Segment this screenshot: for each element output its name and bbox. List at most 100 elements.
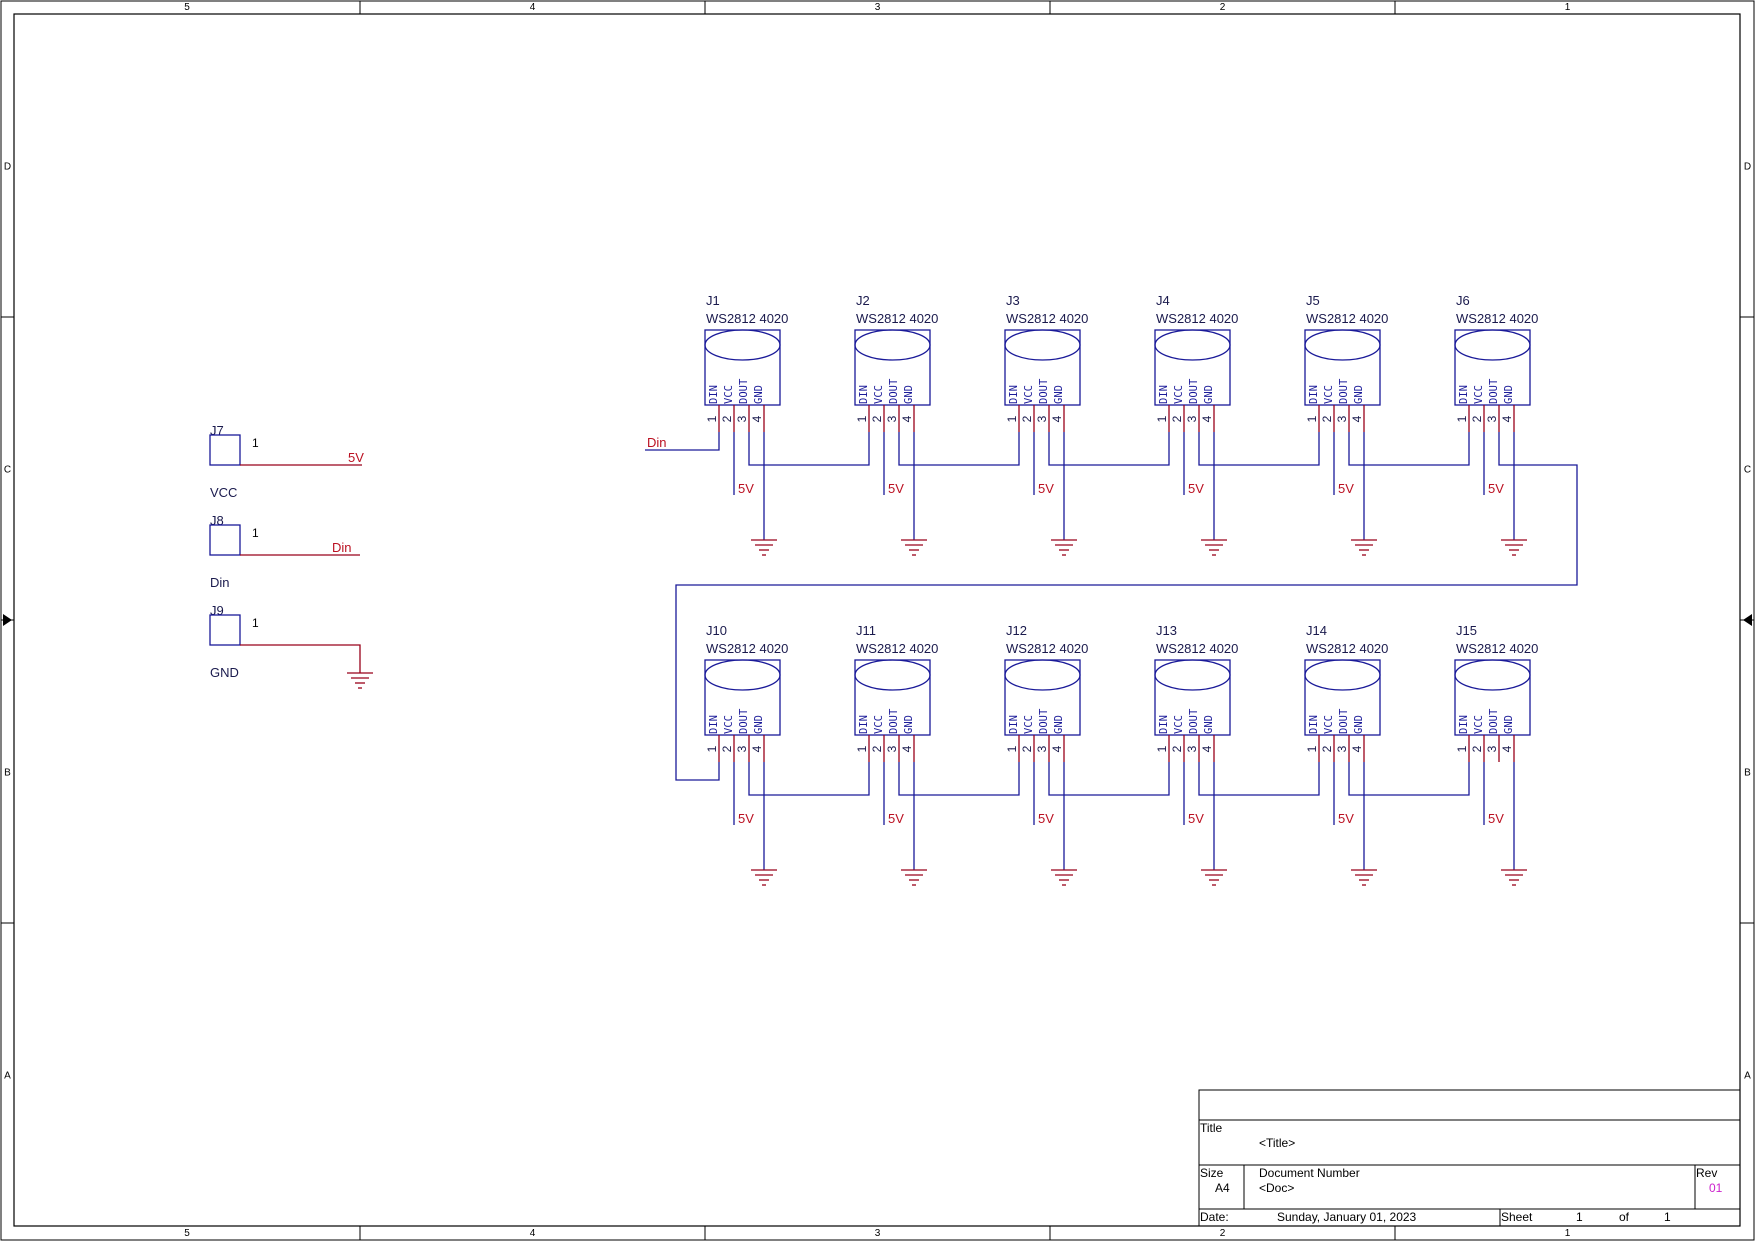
led-j6: J6 WS2812 4020 DIN 1 VCC 2 DOUT 3 GND 4 5V <box>1454 293 1538 556</box>
pin-name: GND <box>1203 715 1215 734</box>
led-j5: J5 WS2812 4020 DIN 1 VCC 2 DOUT 3 GND 4 5V <box>1304 293 1388 556</box>
pin-number: 4 <box>1350 415 1364 422</box>
title-value: <Title> <box>1259 1136 1295 1150</box>
led-j4: J4 WS2812 4020 DIN 1 VCC 2 DOUT 3 GND 4 5V <box>1154 293 1238 556</box>
zone-row-label: B <box>4 768 11 779</box>
part-value: WS2812 4020 <box>1156 311 1238 326</box>
pin-number: 1 <box>1155 415 1169 422</box>
pin-number: 4 <box>750 745 764 752</box>
zone-column-label: 5 <box>184 1228 190 1239</box>
pin-name: DOUT <box>1188 378 1200 404</box>
pin-name: VCC <box>1173 385 1185 404</box>
power-net-label: 5V <box>1188 811 1204 826</box>
pin-name: GND <box>1053 715 1065 734</box>
power-net-label: 5V <box>1188 481 1204 496</box>
pin-name: DOUT <box>1188 708 1200 734</box>
data-chain-wire <box>898 432 1020 466</box>
pin-number: 2 <box>870 745 884 752</box>
pin-name: DIN <box>1458 715 1470 734</box>
pin-number: 3 <box>1335 415 1349 422</box>
led-lens-icon <box>1454 329 1531 361</box>
sheet-label: Sheet <box>1501 1210 1533 1224</box>
zone-column-label: 1 <box>1565 2 1571 13</box>
led-j11: J11 WS2812 4020 DIN 1 VCC 2 DOUT 3 GND 4 5V <box>854 623 938 886</box>
row-wrap-wire <box>675 432 1578 781</box>
led-j13: J13 WS2812 4020 DIN 1 VCC 2 DOUT 3 GND 4 5V <box>1154 623 1238 886</box>
part-reference: J8 <box>210 513 224 528</box>
connector-body <box>209 434 241 466</box>
part-value: WS2812 4020 <box>856 311 938 326</box>
pin-number: 4 <box>750 415 764 422</box>
connector-body <box>209 614 241 646</box>
data-chain-wire <box>1348 762 1470 796</box>
ground-symbol <box>1051 869 1077 886</box>
part-reference: J15 <box>1456 623 1477 638</box>
schematic-sheet: 5544332211D DC CB BA A J1WS2812 4020DIN1VCC2… <box>0 0 1755 1241</box>
ground-symbol <box>1051 539 1077 556</box>
document-number-value: <Doc> <box>1259 1181 1294 1195</box>
sheet-border <box>0 0 1755 1241</box>
pin-name: VCC <box>1323 715 1335 734</box>
pin-number: 3 <box>1185 745 1199 752</box>
pin-number: 2 <box>1320 745 1334 752</box>
rev-value: 01 <box>1709 1181 1723 1195</box>
pin-number: 1 <box>1305 745 1319 752</box>
schematic-drawing: J1 WS2812 4020 DIN 1 VCC 2 DOUT 3 GND 4 5V J2 WS2812… <box>209 293 1578 886</box>
zone-row-label: C <box>4 465 11 476</box>
led-lens-icon <box>704 659 781 691</box>
pin-number: 1 <box>1155 745 1169 752</box>
document-number-label: Document Number <box>1259 1166 1360 1180</box>
pin-number: 2 <box>1470 745 1484 752</box>
pin-number: 3 <box>1035 415 1049 422</box>
pin-number: 1 <box>855 745 869 752</box>
pin-name: DIN <box>1158 385 1170 404</box>
pin-name: DOUT <box>1038 378 1050 404</box>
pin-number: 3 <box>1185 415 1199 422</box>
part-value: WS2812 4020 <box>706 311 788 326</box>
data-chain-wire <box>1198 432 1320 466</box>
led-lens-icon <box>1154 329 1231 361</box>
part-value: WS2812 4020 <box>706 641 788 656</box>
data-chain-wire <box>1348 432 1470 466</box>
pin-number: 3 <box>1485 415 1499 422</box>
pin-name: GND <box>1503 385 1515 404</box>
pin-number: 4 <box>1500 745 1514 752</box>
part-reference: J4 <box>1156 293 1170 308</box>
pin-name: DIN <box>708 715 720 734</box>
pin-name: DIN <box>1008 715 1020 734</box>
ground-symbol <box>1501 869 1527 886</box>
ground-symbol <box>1501 539 1527 556</box>
pin-name: DOUT <box>888 708 900 734</box>
connector-name: VCC <box>210 485 237 500</box>
ground-symbol <box>1201 869 1227 886</box>
zone-column-label: 5 <box>184 2 190 13</box>
part-value: WS2812 4020 <box>1156 641 1238 656</box>
sheet-number: 1 <box>1576 1210 1583 1224</box>
pin-name: VCC <box>1473 385 1485 404</box>
connector-body <box>209 524 241 556</box>
data-chain-wire <box>1198 762 1320 796</box>
pin-number: 4 <box>900 745 914 752</box>
pin-name: VCC <box>873 385 885 404</box>
led-lens-icon <box>1454 659 1531 691</box>
led-j1: J1 WS2812 4020 DIN 1 VCC 2 DOUT 3 GND 4 5V <box>704 293 788 556</box>
part-value: WS2812 4020 <box>856 641 938 656</box>
pin-number: 2 <box>1170 415 1184 422</box>
pin-number: 2 <box>720 415 734 422</box>
pin-number: 4 <box>1050 415 1064 422</box>
power-net-label: 5V <box>1038 811 1054 826</box>
power-net-label: 5V <box>1488 481 1504 496</box>
ground-symbol <box>751 539 777 556</box>
pin-name: DIN <box>1308 385 1320 404</box>
title-label: Title <box>1200 1121 1223 1135</box>
pin-name: DOUT <box>738 378 750 404</box>
pin-number: 2 <box>720 745 734 752</box>
zone-column-label: 2 <box>1220 1228 1226 1239</box>
pin-number: 1 <box>1005 415 1019 422</box>
pin-number: 3 <box>1335 745 1349 752</box>
input-net-label: Din <box>647 435 667 450</box>
zone-markers: 5544332211D DC CB BA A <box>1 1 1754 1240</box>
ground-symbol <box>901 539 927 556</box>
led-j2: J2 WS2812 4020 DIN 1 VCC 2 DOUT 3 GND 4 5V <box>854 293 938 556</box>
part-reference: J10 <box>706 623 727 638</box>
